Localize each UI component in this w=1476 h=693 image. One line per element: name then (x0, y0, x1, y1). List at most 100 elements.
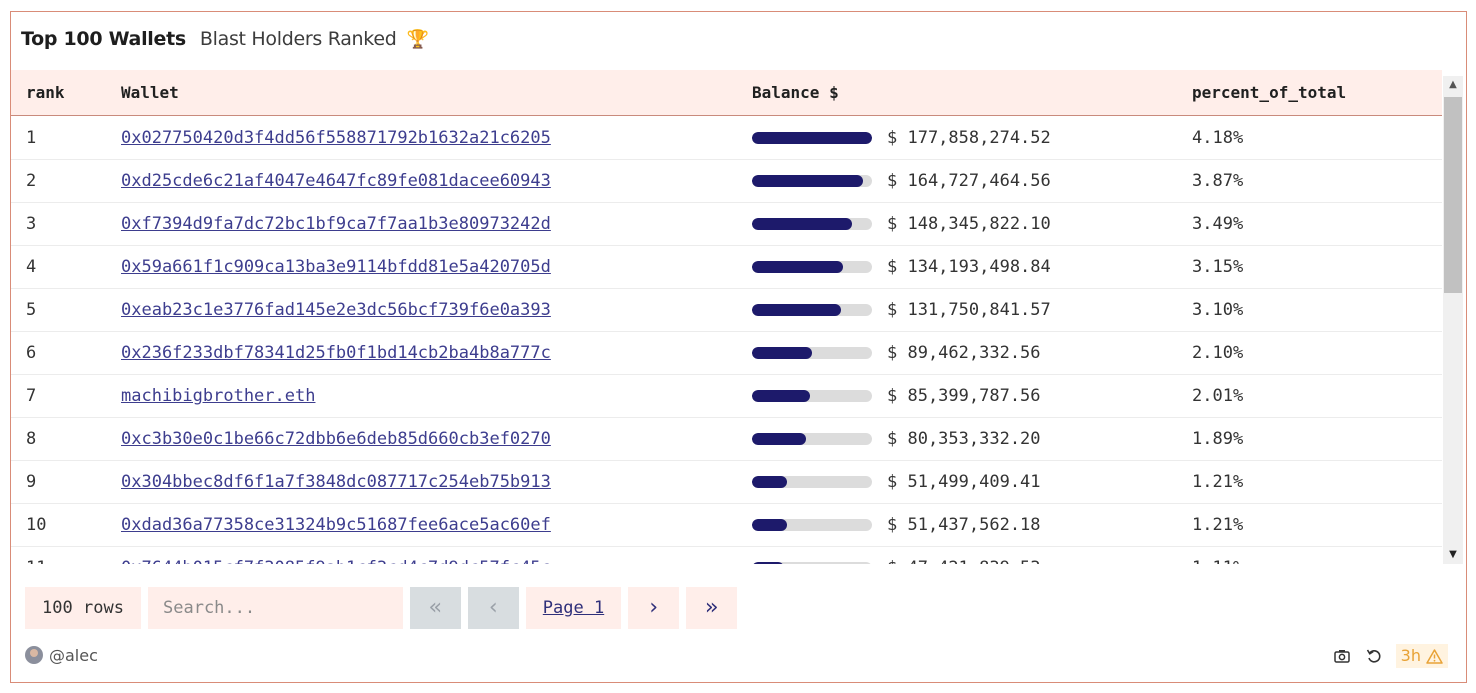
warning-icon (1426, 648, 1443, 664)
balance-bar-fill (752, 304, 841, 316)
balance-bar (752, 476, 872, 488)
balance-cell: $ 51,499,409.41 (887, 472, 1041, 492)
card-header: Top 100 Wallets Blast Holders Ranked 🏆 (21, 26, 429, 52)
last-page-button[interactable]: » (686, 587, 737, 629)
table-row: 9 0x304bbec8df6f1a7f3848dc087717c254eb75b… (11, 461, 1442, 504)
column-header-rank[interactable]: rank (26, 70, 65, 116)
next-page-button[interactable]: › (628, 587, 679, 629)
rank-cell: 4 (26, 257, 37, 277)
table-row: 10 0xdad36a77358ce31324b9c51687fee6ace5ac… (11, 504, 1442, 547)
table-row: 2 0xd25cde6c21af4047e4647fc89fe081dacee60… (11, 160, 1442, 203)
balance-bar (752, 132, 872, 144)
balance-bar (752, 175, 872, 187)
rank-cell: 9 (26, 472, 37, 492)
card-title: Top 100 Wallets (21, 28, 186, 50)
search-input[interactable] (148, 587, 403, 629)
balance-bar (752, 304, 872, 316)
wallet-link[interactable]: 0x027750420d3f4dd56f558871792b1632a21c62… (121, 117, 551, 160)
balance-bar-fill (752, 433, 807, 445)
pagination-bar: 100 rows « ‹ Page 1 › » (25, 587, 744, 629)
balance-bar-fill (752, 476, 787, 488)
table-row: 8 0xc3b30e0c1be66c72dbb6e6deb85d660cb3ef0… (11, 418, 1442, 461)
balance-bar-fill (752, 132, 872, 144)
table-row: 7 machibigbrother.eth $ 85,399,787.56 2.01% (11, 375, 1442, 418)
rank-cell: 2 (26, 171, 37, 191)
rank-cell: 8 (26, 429, 37, 449)
double-chevron-right-icon: » (704, 595, 719, 620)
percent-cell: 3.10% (1192, 300, 1244, 320)
percent-cell: 1.21% (1192, 515, 1244, 535)
percent-cell: 2.01% (1192, 386, 1244, 406)
rank-cell: 1 (26, 128, 37, 148)
wallet-link[interactable]: 0xc3b30e0c1be66c72dbb6e6deb85d660cb3ef02… (121, 418, 551, 461)
card-tools: 3h (1320, 644, 1448, 668)
card-subtitle: Blast Holders Ranked (199, 28, 397, 50)
balance-bar-fill (752, 519, 787, 531)
rank-cell: 7 (26, 386, 37, 406)
rank-cell: 5 (26, 300, 37, 320)
table-row: 11 0x7644b015cf7f3085f9ab1cf3cd4c7d9dc57f… (11, 547, 1442, 564)
column-header-balance[interactable]: Balance $ (752, 70, 839, 116)
double-chevron-left-icon: « (428, 595, 443, 620)
wallet-link[interactable]: 0xdad36a77358ce31324b9c51687fee6ace5ac60… (121, 504, 551, 547)
page-number-button[interactable]: Page 1 (526, 587, 621, 629)
balance-bar (752, 347, 872, 359)
percent-cell: 3.49% (1192, 214, 1244, 234)
balance-bar-fill (752, 390, 810, 402)
wallet-link[interactable]: machibigbrother.eth (121, 375, 315, 418)
balance-bar-fill (752, 347, 813, 359)
query-card: Top 100 Wallets Blast Holders Ranked 🏆 r… (10, 11, 1467, 683)
author-name[interactable]: @alec (49, 646, 98, 665)
percent-cell: 1.21% (1192, 472, 1244, 492)
table-scrollbar[interactable]: ▲ ▼ (1443, 76, 1463, 564)
previous-page-button[interactable]: ‹ (468, 587, 519, 629)
balance-cell: $ 89,462,332.56 (887, 343, 1041, 363)
stale-time-label: 3h (1400, 646, 1421, 665)
rank-cell: 3 (26, 214, 37, 234)
column-header-percent[interactable]: percent_of_total (1192, 70, 1346, 116)
balance-cell: $ 148,345,822.10 (887, 214, 1051, 234)
rank-cell: 6 (26, 343, 37, 363)
rank-cell: 10 (26, 515, 47, 535)
column-header-wallet[interactable]: Wallet (121, 70, 179, 116)
percent-cell: 3.15% (1192, 257, 1244, 277)
table-header: rank Wallet Balance $ percent_of_total (11, 70, 1442, 116)
balance-bar-fill (752, 175, 864, 187)
scroll-thumb[interactable] (1444, 97, 1462, 293)
scroll-down-arrow-icon[interactable]: ▼ (1443, 546, 1463, 564)
balance-bar-fill (752, 562, 784, 564)
card-footer: @alec (25, 644, 98, 666)
balance-cell: $ 131,750,841.57 (887, 300, 1051, 320)
stale-results-badge[interactable]: 3h (1395, 644, 1448, 668)
wallet-link[interactable]: 0xf7394d9fa7dc72bc1bf9ca7f7aa1b3e8097324… (121, 203, 551, 246)
balance-bar-fill (752, 261, 843, 273)
balance-bar (752, 390, 872, 402)
scroll-up-arrow-icon[interactable]: ▲ (1443, 76, 1463, 94)
refresh-icon[interactable] (1364, 646, 1384, 666)
balance-bar-fill (752, 218, 853, 230)
row-count-button[interactable]: 100 rows (25, 587, 141, 629)
table-row: 5 0xeab23c1e3776fad145e2e3dc56bcf739f6e0a… (11, 289, 1442, 332)
first-page-button[interactable]: « (410, 587, 461, 629)
results-table: rank Wallet Balance $ percent_of_total 1… (11, 70, 1442, 564)
wallet-link[interactable]: 0x59a661f1c909ca13ba3e9114bfdd81e5a42070… (121, 246, 551, 289)
balance-bar (752, 519, 872, 531)
balance-bar (752, 433, 872, 445)
balance-cell: $ 164,727,464.56 (887, 171, 1051, 191)
wallet-link[interactable]: 0xeab23c1e3776fad145e2e3dc56bcf739f6e0a3… (121, 289, 551, 332)
trophy-icon: 🏆 (406, 28, 429, 50)
camera-icon[interactable] (1332, 646, 1352, 666)
wallet-link[interactable]: 0x236f233dbf78341d25fb0f1bd14cb2ba4b8a77… (121, 332, 551, 375)
balance-cell: $ 177,858,274.52 (887, 128, 1051, 148)
percent-cell: 1.11% (1192, 547, 1243, 564)
wallet-link[interactable]: 0x7644b015cf7f3085f9ab1cf3cd4c7d9dc57fc4… (121, 547, 551, 564)
avatar[interactable] (25, 646, 43, 664)
chevron-right-icon: › (646, 595, 661, 620)
chevron-left-icon: ‹ (486, 595, 501, 620)
balance-cell: $ 80,353,332.20 (887, 429, 1041, 449)
table-row: 3 0xf7394d9fa7dc72bc1bf9ca7f7aa1b3e809732… (11, 203, 1442, 246)
wallet-link[interactable]: 0x304bbec8df6f1a7f3848dc087717c254eb75b9… (121, 461, 551, 504)
table-body: 1 0x027750420d3f4dd56f558871792b1632a21c6… (11, 117, 1442, 564)
wallet-link[interactable]: 0xd25cde6c21af4047e4647fc89fe081dacee609… (121, 160, 551, 203)
balance-cell: $ 47,421,839.53 (887, 547, 1041, 564)
